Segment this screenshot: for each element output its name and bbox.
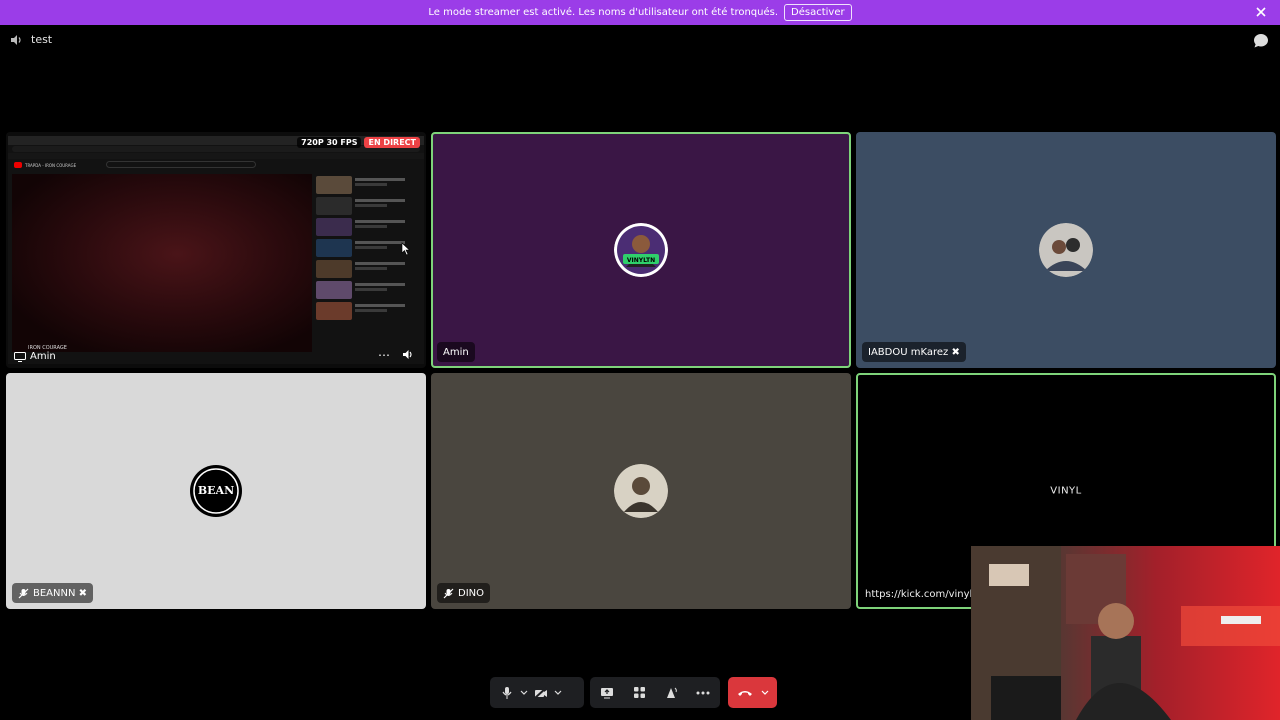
screen-share-username: Amin <box>30 351 56 362</box>
participant-name: DINO <box>458 587 485 599</box>
activities-button[interactable] <box>628 682 650 704</box>
list-item <box>316 218 416 236</box>
more-options-button[interactable] <box>692 682 714 704</box>
soundboard-icon <box>667 687 677 698</box>
close-icon[interactable] <box>1254 5 1268 19</box>
participant-name-label: DINO <box>437 583 491 603</box>
participant-name: BEANNN ✖ <box>33 587 88 599</box>
chevron-down-icon <box>554 690 562 695</box>
muted-icon <box>443 588 454 598</box>
microphone-options-button[interactable] <box>518 682 530 704</box>
webcam-overlay <box>971 546 1280 720</box>
actions-controls <box>590 677 720 708</box>
more-icon[interactable]: ⋯ <box>378 348 390 362</box>
youtube-recommendations <box>316 176 416 356</box>
live-badge: EN DIRECT <box>364 137 420 148</box>
streamer-mode-banner: Le mode streamer est activé. Les noms d'… <box>0 0 1280 25</box>
channel-header: test <box>10 33 52 46</box>
participant-name: https://kick.com/vinyltn <box>865 589 983 600</box>
camera-button[interactable] <box>530 682 552 704</box>
participant-name: Amin <box>443 346 469 358</box>
soundboard-button[interactable] <box>660 682 682 704</box>
list-item <box>316 260 416 278</box>
video-off-icon <box>534 686 547 699</box>
screen-share-tile[interactable]: TRAPDA - IRON COURAGE IRON COURAGE 720P … <box>6 132 426 368</box>
youtube-video-player <box>12 174 312 352</box>
microphone-button[interactable] <box>496 682 518 704</box>
avatar-text: VINYLTN <box>626 257 656 264</box>
avatar-text: BEAN <box>197 484 235 497</box>
list-item <box>316 302 416 320</box>
avatar: BEAN <box>189 464 243 518</box>
chat-icon[interactable] <box>1252 32 1270 50</box>
screen-share-button[interactable] <box>596 682 618 704</box>
participant-name-label: Amin <box>437 342 475 362</box>
muted-icon <box>18 588 29 598</box>
screen-share-label: Amin <box>14 351 56 362</box>
chevron-down-icon <box>520 690 528 695</box>
volume-icon[interactable] <box>402 349 414 360</box>
participant-name: IABDOU mKarez ✖ <box>868 346 960 358</box>
avatar <box>614 464 668 518</box>
screen-share-icon <box>14 351 26 362</box>
stream-badges: 720P 30 FPS EN DIRECT <box>294 137 420 148</box>
microphone-icon <box>502 686 512 699</box>
participant-tile[interactable]: VINYLTN Amin <box>431 132 851 368</box>
avatar: VINYLTN <box>614 223 668 277</box>
participant-tile[interactable]: DINO <box>431 373 851 609</box>
participant-tile[interactable]: BEAN BEANNN ✖ <box>6 373 426 609</box>
activities-icon <box>633 687 645 698</box>
disable-streamer-mode-button[interactable]: Désactiver <box>784 4 852 21</box>
mouse-cursor-icon <box>401 242 411 256</box>
youtube-page-title: TRAPDA - IRON COURAGE <box>25 162 77 168</box>
list-item <box>316 281 416 299</box>
vinyl-logo: VINYL <box>1050 485 1082 497</box>
youtube-search-box <box>106 161 256 168</box>
more-icon <box>696 691 710 694</box>
list-item <box>316 197 416 215</box>
speaker-icon <box>11 34 21 45</box>
banner-message: Le mode streamer est activé. Les noms d'… <box>428 7 779 18</box>
chevron-down-icon[interactable] <box>761 690 769 696</box>
participant-name-label: BEANNN ✖ <box>12 583 94 603</box>
avatar <box>1039 223 1093 277</box>
participant-tile[interactable]: IABDOU mKarez ✖ <box>856 132 1276 368</box>
hang-up-icon <box>737 690 752 696</box>
screen-share-icon <box>601 687 613 698</box>
audio-video-controls <box>490 677 584 708</box>
hang-up-button[interactable] <box>728 677 777 708</box>
participant-name-label: IABDOU mKarez ✖ <box>862 342 966 362</box>
list-item <box>316 176 416 194</box>
channel-name: test <box>31 33 53 46</box>
camera-options-button[interactable] <box>552 682 564 704</box>
youtube-logo-icon <box>14 162 22 168</box>
quality-badge: 720P 30 FPS <box>297 137 362 148</box>
